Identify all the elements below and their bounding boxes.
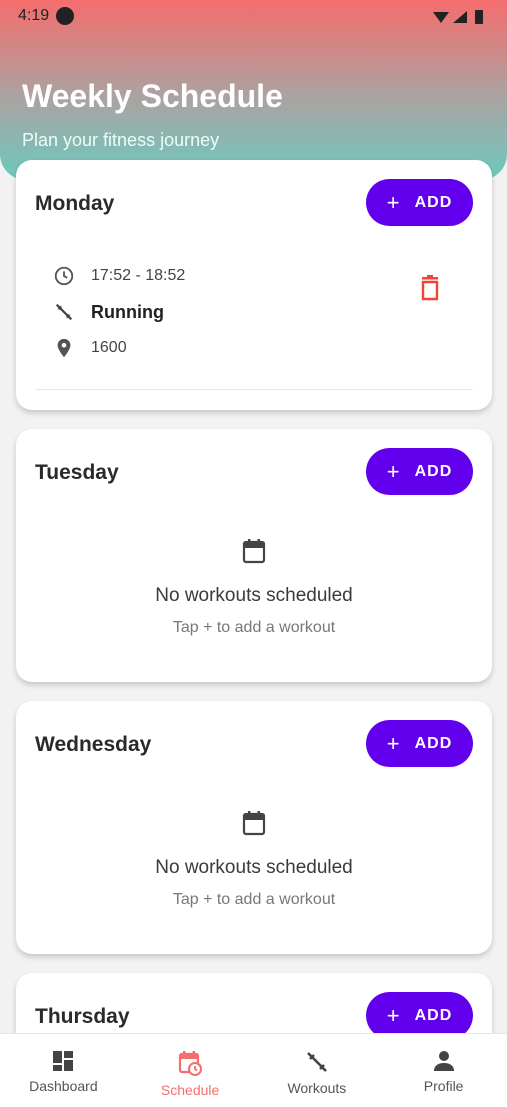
add-workout-button[interactable]: + ADD	[366, 448, 473, 495]
entry-time: 17:52 - 18:52	[91, 267, 186, 284]
add-label: ADD	[414, 734, 453, 752]
nav-item-workouts[interactable]: Workouts	[254, 1034, 381, 1107]
plus-icon: +	[386, 458, 401, 484]
day-card-tuesday: Tuesday + ADD No workouts scheduled Tap …	[16, 429, 492, 682]
nav-label: Dashboard	[29, 1078, 98, 1094]
person-icon	[433, 1051, 454, 1071]
empty-subtitle: Tap + to add a workout	[172, 891, 336, 908]
entry-workout-row: Running	[53, 301, 164, 323]
nav-item-profile[interactable]: Profile	[380, 1034, 507, 1107]
day-name: Monday	[35, 192, 115, 215]
day-card-wednesday: Wednesday + ADD No workouts scheduled Ta…	[16, 701, 492, 954]
entry-workout: Running	[91, 301, 164, 322]
nav-label: Workouts	[287, 1080, 347, 1096]
entry-location-row: 1600	[53, 337, 127, 359]
day-card-thursday: Thursday + ADD	[16, 973, 492, 1033]
day-name: Tuesday	[35, 461, 119, 484]
nav-item-dashboard[interactable]: Dashboard	[0, 1034, 127, 1107]
add-label: ADD	[414, 462, 453, 480]
add-workout-button[interactable]: + ADD	[366, 720, 473, 767]
delete-icon[interactable]	[418, 275, 442, 301]
calendar-icon	[242, 539, 266, 564]
dumbbell-icon	[55, 303, 73, 321]
dashboard-icon	[53, 1051, 74, 1071]
calendar-icon	[242, 811, 266, 836]
day-name: Thursday	[35, 1005, 130, 1028]
nav-label: Schedule	[160, 1082, 220, 1098]
add-label: ADD	[414, 193, 453, 211]
bottom-navigation: Dashboard Schedule Workouts Profile	[0, 1033, 507, 1107]
add-workout-button[interactable]: + ADD	[366, 992, 473, 1033]
plus-icon: +	[386, 1002, 401, 1028]
entry-location: 1600	[91, 339, 127, 356]
nav-label: Profile	[423, 1078, 464, 1094]
add-workout-button[interactable]: + ADD	[366, 179, 473, 226]
plus-icon: +	[386, 730, 401, 756]
empty-subtitle: Tap + to add a workout	[172, 619, 336, 636]
dumbbell-icon	[306, 1052, 327, 1072]
clock-icon	[54, 266, 74, 286]
add-label: ADD	[414, 1006, 453, 1024]
location-pin-icon	[57, 338, 71, 358]
day-card-monday: Monday + ADD 17:52 - 18:52 Running 1600	[16, 160, 492, 410]
schedule-list[interactable]: Monday + ADD 17:52 - 18:52 Running 1600	[0, 0, 507, 1033]
empty-title: No workouts scheduled	[155, 857, 353, 878]
entry-divider	[35, 389, 473, 390]
day-name: Wednesday	[35, 733, 152, 756]
plus-icon: +	[386, 189, 401, 215]
nav-item-schedule[interactable]: Schedule	[127, 1034, 254, 1107]
entry-time-row: 17:52 - 18:52	[53, 265, 185, 287]
calendar-clock-icon	[179, 1051, 203, 1076]
empty-title: No workouts scheduled	[155, 585, 353, 606]
